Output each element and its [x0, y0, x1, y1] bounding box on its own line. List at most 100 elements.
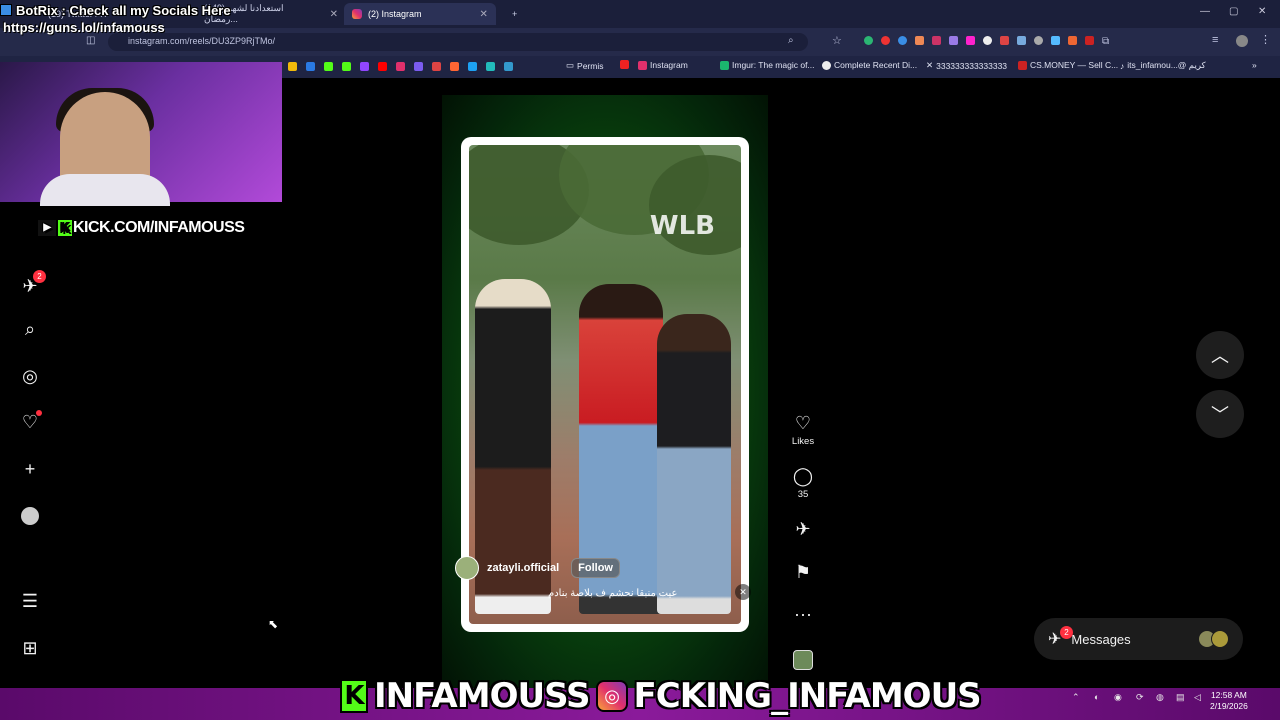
extension-icon[interactable] — [915, 36, 924, 45]
extension-icon[interactable] — [1085, 36, 1094, 45]
network-icon[interactable]: ▤ — [1176, 692, 1185, 703]
chevron-up-icon[interactable]: ⌃ — [1072, 692, 1080, 703]
more-options-button[interactable]: ··· — [790, 604, 816, 625]
reel-frame: WLB — [469, 145, 741, 624]
save-button[interactable]: ⚑ — [790, 562, 816, 583]
extension-icon[interactable] — [881, 36, 890, 45]
mouse-cursor-icon: ⬉ — [268, 617, 279, 631]
sidebar-item-notifications[interactable]: ♡ — [18, 410, 42, 434]
zoom-icon[interactable]: ⌕ — [788, 35, 794, 46]
minimize-button[interactable]: — — [1200, 6, 1210, 17]
extension-icon[interactable] — [932, 36, 941, 45]
extension-icon[interactable] — [966, 36, 975, 45]
gmail-icon[interactable] — [432, 62, 441, 71]
sidebar-item-create[interactable]: + — [18, 457, 42, 481]
binance-icon[interactable] — [288, 62, 297, 71]
messages-button[interactable]: ✈ 2 Messages — [1034, 618, 1243, 660]
hamburger-icon: ☰ — [21, 590, 39, 611]
sync-icon[interactable]: ⟳ — [1136, 692, 1144, 703]
extension-icon[interactable] — [983, 36, 992, 45]
bookmark-icon[interactable] — [486, 62, 495, 71]
bookmark-x[interactable]: ✕ 333333333333333 — [926, 60, 1007, 71]
reel-username[interactable]: zatayli.official — [487, 562, 559, 574]
taskbar-clock[interactable]: 12:58 AM 2/19/2026 — [1210, 690, 1248, 712]
maximize-button[interactable]: ▢ — [1229, 6, 1238, 17]
sidebar-item-profile[interactable] — [18, 504, 42, 528]
bookmark-csmoney[interactable]: CS.MONEY — Sell C... — [1018, 60, 1118, 70]
discord-icon[interactable]: ◉ — [1114, 692, 1122, 703]
volume-icon[interactable]: ◁ — [1194, 692, 1201, 703]
share-button[interactable]: ✈ — [790, 519, 816, 540]
bookmark-icon[interactable] — [468, 62, 477, 71]
kick-icon[interactable] — [324, 62, 333, 71]
bookmark-icon[interactable] — [620, 60, 629, 69]
bookmark-icon[interactable] — [504, 62, 513, 71]
reader-icon[interactable]: ◫ — [86, 35, 95, 46]
reel-author: zatayli.official Follow — [455, 556, 620, 580]
bookmark-label: Imgur: The magic of... — [732, 60, 815, 70]
comment-icon: ◯ — [792, 466, 814, 486]
person-figure — [657, 314, 731, 614]
bookmark-icon — [1018, 60, 1027, 70]
more-icon: ··· — [794, 604, 812, 624]
like-button[interactable]: ♡ Likes — [790, 413, 816, 447]
tab-instagram[interactable]: (2) Instagram ✕ — [344, 3, 496, 25]
extension-icon[interactable] — [1034, 36, 1043, 45]
instagram-icon — [352, 9, 362, 19]
bookmarks-overflow-icon[interactable]: » — [1252, 60, 1257, 70]
comment-button[interactable]: ◯ 35 — [790, 466, 816, 500]
star-icon[interactable]: ☆ — [832, 34, 842, 47]
menu-icon[interactable]: ⋮ — [1260, 33, 1271, 46]
plus-icon: + — [24, 458, 36, 479]
bookmark-tiktok[interactable]: ♪ its_infamou...@ كريم — [1120, 60, 1206, 71]
close-icon[interactable]: ✕ — [330, 9, 338, 20]
kick-icon[interactable] — [342, 62, 351, 71]
sidebar-item-search[interactable]: ⌕ — [18, 317, 42, 341]
extension-icon[interactable] — [864, 36, 873, 45]
extension-icon[interactable] — [898, 36, 907, 45]
bookmark-icon[interactable] — [414, 62, 423, 71]
botrix-text: BotRix : Check all my Socials Here — [16, 2, 231, 18]
close-window-button[interactable]: ✕ — [1258, 6, 1266, 17]
avatar[interactable] — [455, 556, 479, 580]
imgur-icon — [720, 60, 729, 70]
bookmark-icon[interactable] — [306, 62, 315, 71]
instagram-icon: ◎ — [595, 680, 628, 712]
bookmark-imgur[interactable]: Imgur: The magic of... — [720, 60, 815, 70]
youtube-icon[interactable] — [378, 62, 387, 71]
heart-icon: ♡ — [794, 413, 812, 433]
sidebar-item-also-from-meta[interactable]: ⊞ — [18, 636, 42, 660]
sidebar-item-explore[interactable]: ◎ — [18, 364, 42, 388]
mute-icon[interactable]: ✕ — [735, 584, 751, 600]
bookmark-github[interactable]: Complete Recent Di... — [822, 60, 917, 70]
extension-icon[interactable] — [1017, 36, 1026, 45]
sidebar-item-messages[interactable]: ✈ 2 — [18, 270, 46, 298]
microphone-icon[interactable]: ◍ — [1156, 692, 1164, 703]
bookmark-icon[interactable] — [450, 62, 459, 71]
url-field[interactable]: instagram.com/reels/DU3ZP9RjTMo/ — [108, 33, 808, 51]
extension-icon[interactable] — [1000, 36, 1009, 45]
extension-icon[interactable] — [1051, 36, 1060, 45]
audio-button[interactable] — [790, 650, 816, 670]
bookmark-instagram[interactable]: Instagram — [638, 60, 688, 70]
messages-label: Messages — [1071, 631, 1131, 647]
streamer-shirt — [40, 174, 170, 206]
puzzle-icon[interactable]: ⧉ — [1102, 36, 1109, 47]
extension-icon[interactable] — [1068, 36, 1077, 45]
previous-reel-button[interactable]: ︿ — [1196, 331, 1244, 379]
sidebar-icon[interactable]: ≡ — [1212, 34, 1218, 46]
kick-url-text: KICK.COM/INFAMOUSS — [73, 219, 245, 236]
clock-time: 12:58 AM — [1210, 690, 1247, 700]
next-reel-button[interactable]: ﹀ — [1196, 390, 1244, 438]
profile-avatar[interactable] — [1236, 35, 1248, 47]
new-tab-button[interactable]: + — [504, 3, 525, 25]
bookmark-permis[interactable]: ▭ Permis — [566, 60, 603, 71]
close-icon[interactable]: ✕ — [480, 9, 488, 20]
twitch-icon[interactable] — [360, 62, 369, 71]
botrix-message: BotRix : Check all my Socials Here — [0, 0, 231, 20]
follow-button[interactable]: Follow — [571, 558, 620, 578]
tray-icon[interactable]: ◐ — [1094, 692, 1099, 702]
extension-icon[interactable] — [949, 36, 958, 45]
sidebar-item-more[interactable]: ☰ — [18, 589, 42, 613]
instagram-icon[interactable] — [396, 62, 405, 71]
